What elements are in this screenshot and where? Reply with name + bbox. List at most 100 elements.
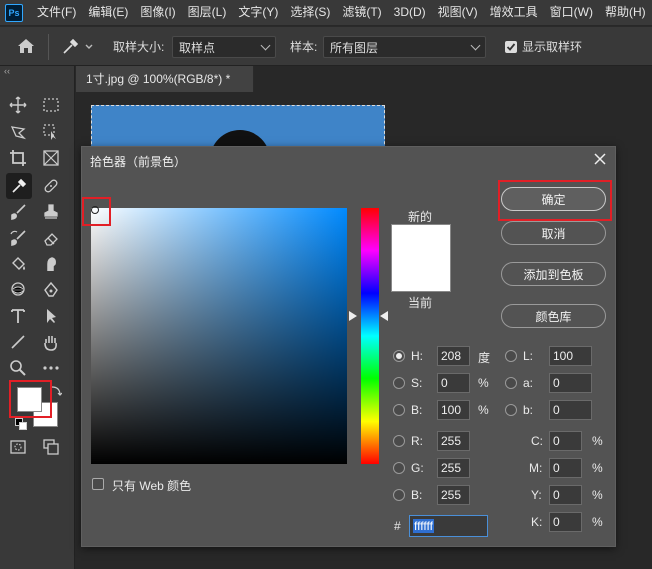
lab-a-input[interactable]: 0 (549, 373, 592, 393)
type-icon[interactable] (7, 305, 29, 327)
menu-type[interactable]: 文字(Y) (232, 0, 284, 25)
marquee-icon[interactable] (40, 94, 62, 116)
r-input[interactable]: 255 (437, 431, 470, 451)
move-icon[interactable] (7, 94, 29, 116)
h-unit: 度 (478, 351, 491, 365)
s-radio[interactable] (393, 377, 405, 389)
eraser-icon[interactable] (40, 227, 62, 249)
document-tab[interactable]: 1寸.jpg @ 100%(RGB/8*) * (76, 66, 254, 92)
web-colors-checkbox[interactable] (92, 478, 104, 490)
sample-size-label: 取样大小: (113, 40, 165, 54)
lab-l-input[interactable]: 100 (549, 346, 592, 366)
menu-plugins[interactable]: 增效工具 (484, 0, 544, 25)
line-icon[interactable] (7, 331, 29, 353)
k-input[interactable]: 0 (549, 512, 582, 532)
healing-icon[interactable] (40, 175, 62, 197)
dialog-title: 拾色器（前景色） (90, 155, 187, 169)
hex-input[interactable]: ffffff (409, 515, 488, 537)
more-icon[interactable] (40, 357, 62, 379)
menu-view[interactable]: 视图(V) (432, 0, 484, 25)
screen-mode-icon[interactable] (40, 436, 62, 458)
options-bar: 取样大小: 取样点 样本: 所有图层 显示取样环 (0, 26, 652, 66)
hue-slider-right-arrow[interactable] (380, 311, 388, 321)
object-select-icon[interactable] (40, 121, 62, 143)
brush-icon[interactable] (7, 201, 29, 223)
g-radio[interactable] (393, 462, 405, 474)
stamp-icon[interactable] (40, 201, 62, 223)
lab-l-label: L: (523, 349, 534, 363)
history-brush-icon[interactable] (7, 227, 29, 249)
menu-image[interactable]: 图像(I) (134, 0, 181, 25)
s-label: S: (411, 376, 423, 390)
s-input[interactable]: 0 (437, 373, 470, 393)
lab-l-radio[interactable] (505, 350, 517, 362)
pen-icon[interactable] (40, 279, 62, 301)
menu-edit[interactable]: 编辑(E) (82, 0, 134, 25)
lab-a-radio[interactable] (505, 377, 517, 389)
rgb-b-radio[interactable] (393, 489, 405, 501)
b-radio[interactable] (393, 404, 405, 416)
b-input[interactable]: 100 (437, 400, 470, 420)
home-icon[interactable] (16, 37, 38, 57)
chevron-down-icon (470, 40, 481, 50)
k-label: K: (531, 515, 543, 529)
close-icon[interactable] (592, 151, 608, 167)
zoom-icon[interactable] (7, 357, 29, 379)
hex-label: # (394, 519, 401, 533)
sample-size-select[interactable]: 取样点 (172, 36, 276, 58)
lab-a-label: a: (523, 376, 534, 390)
menu-file[interactable]: 文件(F) (31, 0, 82, 25)
b-unit: % (478, 403, 489, 417)
menu-help[interactable]: 帮助(H) (599, 0, 652, 25)
color-libraries-button[interactable]: 颜色库 (501, 304, 606, 328)
h-input[interactable]: 208 (437, 346, 470, 366)
hex-input-value: ffffff (413, 519, 434, 533)
y-input[interactable]: 0 (549, 485, 582, 505)
sample-value: 所有图层 (330, 40, 379, 55)
menu-window[interactable]: 窗口(W) (544, 0, 599, 25)
color-picker-dialog: 拾色器（前景色） 新的 当前 确定 取消 添加到色板 颜色库 H: 208 度 … (81, 146, 616, 547)
new-current-color-preview[interactable] (391, 224, 451, 292)
hand-icon[interactable] (40, 331, 62, 353)
m-input[interactable]: 0 (549, 458, 582, 478)
dodge-icon[interactable] (7, 279, 29, 301)
eyedropper-preset-icon[interactable] (60, 37, 100, 57)
ok-highlight-box (498, 180, 612, 221)
foreground-highlight-box (9, 380, 52, 418)
crop-icon[interactable] (7, 147, 29, 169)
menu-3d[interactable]: 3D(D) (388, 0, 432, 25)
sample-select[interactable]: 所有图层 (323, 36, 486, 58)
lasso-icon[interactable] (7, 121, 29, 143)
smudge-icon[interactable] (40, 253, 62, 275)
show-ring-label: 显示取样环 (522, 40, 583, 54)
checkmark-icon (506, 43, 516, 51)
collapse-icon[interactable]: ‹‹ (4, 66, 10, 76)
cancel-button[interactable]: 取消 (501, 221, 606, 245)
default-colors-icon[interactable] (15, 418, 27, 430)
quick-mask-icon[interactable] (7, 436, 29, 458)
hue-slider-left-arrow[interactable] (349, 311, 357, 321)
bucket-icon[interactable] (7, 253, 29, 275)
show-ring-checkbox[interactable] (505, 41, 517, 53)
m-unit: % (592, 461, 603, 475)
hue-slider[interactable] (361, 208, 379, 464)
r-radio[interactable] (393, 435, 405, 447)
menu-select[interactable]: 选择(S) (284, 0, 336, 25)
menu-filter[interactable]: 滤镜(T) (336, 0, 387, 25)
lab-b-radio[interactable] (505, 404, 517, 416)
eyedropper-tool-icon[interactable] (6, 173, 32, 199)
h-radio[interactable] (393, 350, 405, 362)
saturation-brightness-field[interactable] (91, 208, 347, 464)
frame-icon[interactable] (40, 147, 62, 169)
c-input[interactable]: 0 (549, 431, 582, 451)
rgb-b-label: B: (411, 488, 423, 502)
menu-bar: Ps 文件(F) 编辑(E) 图像(I) 图层(L) 文字(Y) 选择(S) 滤… (0, 0, 652, 25)
g-label: G: (411, 461, 424, 475)
menu-layer[interactable]: 图层(L) (182, 0, 233, 25)
rgb-b-input[interactable]: 255 (437, 485, 470, 505)
g-input[interactable]: 255 (437, 458, 470, 478)
c-label: C: (531, 434, 543, 448)
path-select-icon[interactable] (40, 305, 62, 327)
add-to-swatches-button[interactable]: 添加到色板 (501, 262, 606, 286)
lab-b-input[interactable]: 0 (549, 400, 592, 420)
